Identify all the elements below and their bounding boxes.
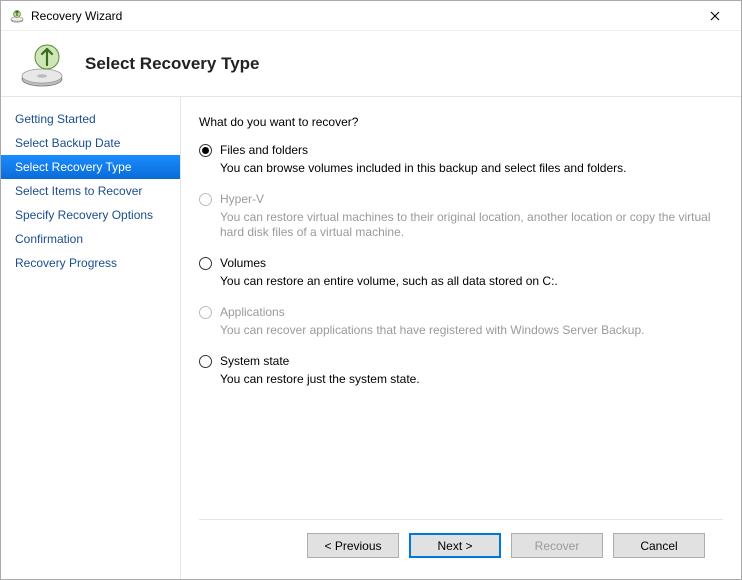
- radio-applications: [199, 306, 212, 319]
- cancel-button[interactable]: Cancel: [613, 533, 705, 558]
- previous-button[interactable]: < Previous: [307, 533, 399, 558]
- recovery-wizard-window: Recovery Wizard Select Recovery Type Get…: [0, 0, 742, 580]
- radio-system-state[interactable]: [199, 355, 212, 368]
- page-title: Select Recovery Type: [85, 54, 260, 74]
- option-body: Hyper-V You can restore virtual machines …: [220, 192, 723, 240]
- option-label: Applications: [220, 305, 723, 320]
- radio-files-folders[interactable]: [199, 144, 212, 157]
- window-title: Recovery Wizard: [31, 9, 693, 23]
- option-label: Hyper-V: [220, 192, 723, 207]
- question-text: What do you want to recover?: [199, 115, 723, 129]
- sidebar-item-select-backup-date[interactable]: Select Backup Date: [1, 131, 180, 155]
- option-desc: You can restore an entire volume, such a…: [220, 274, 723, 289]
- option-label: Volumes: [220, 256, 723, 271]
- option-body: Files and folders You can browse volumes …: [220, 143, 723, 176]
- options-group: Files and folders You can browse volumes …: [199, 143, 723, 519]
- sidebar-item-specify-recovery-options[interactable]: Specify Recovery Options: [1, 203, 180, 227]
- radio-volumes[interactable]: [199, 257, 212, 270]
- wizard-header: Select Recovery Type: [1, 31, 741, 97]
- sidebar: Getting StartedSelect Backup DateSelect …: [1, 97, 181, 579]
- option-desc: You can restore just the system state.: [220, 372, 723, 387]
- option-hyper-v: Hyper-V You can restore virtual machines …: [199, 192, 723, 240]
- sidebar-item-getting-started[interactable]: Getting Started: [1, 107, 180, 131]
- option-body: System state You can restore just the sys…: [220, 354, 723, 387]
- app-icon: [9, 8, 25, 24]
- radio-hyper-v: [199, 193, 212, 206]
- option-volumes[interactable]: Volumes You can restore an entire volume,…: [199, 256, 723, 289]
- recover-button[interactable]: Recover: [511, 533, 603, 558]
- sidebar-item-select-items-to-recover[interactable]: Select Items to Recover: [1, 179, 180, 203]
- sidebar-item-confirmation[interactable]: Confirmation: [1, 227, 180, 251]
- option-label: System state: [220, 354, 723, 369]
- option-label: Files and folders: [220, 143, 723, 158]
- option-body: Applications You can recover applications…: [220, 305, 723, 338]
- sidebar-item-recovery-progress[interactable]: Recovery Progress: [1, 251, 180, 275]
- option-files-folders[interactable]: Files and folders You can browse volumes …: [199, 143, 723, 176]
- option-body: Volumes You can restore an entire volume,…: [220, 256, 723, 289]
- option-system-state[interactable]: System state You can restore just the sys…: [199, 354, 723, 387]
- wizard-footer: < Previous Next > Recover Cancel: [199, 519, 723, 571]
- wizard-body: Getting StartedSelect Backup DateSelect …: [1, 97, 741, 579]
- next-button[interactable]: Next >: [409, 533, 501, 558]
- content-panel: What do you want to recover? Files and f…: [181, 97, 741, 579]
- option-desc: You can restore virtual machines to thei…: [220, 210, 723, 240]
- titlebar: Recovery Wizard: [1, 1, 741, 31]
- option-desc: You can recover applications that have r…: [220, 323, 723, 338]
- recovery-icon: [17, 39, 67, 89]
- close-button[interactable]: [693, 2, 737, 30]
- option-applications: Applications You can recover applications…: [199, 305, 723, 338]
- sidebar-item-select-recovery-type[interactable]: Select Recovery Type: [1, 155, 180, 179]
- option-desc: You can browse volumes included in this …: [220, 161, 723, 176]
